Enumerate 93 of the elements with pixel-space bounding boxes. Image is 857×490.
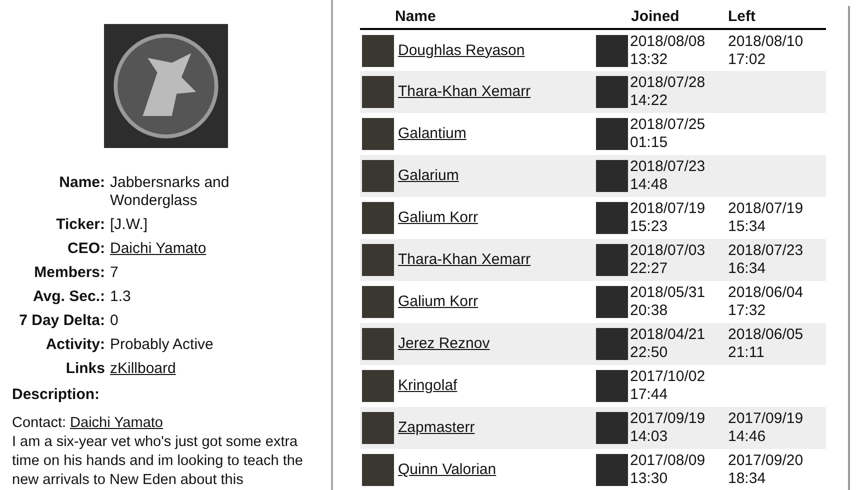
field-label: Members: bbox=[33, 264, 105, 282]
avatar-placeholder bbox=[362, 286, 394, 318]
member-link[interactable]: Galium Korr bbox=[398, 209, 478, 227]
joined-time: 15:23 bbox=[630, 218, 668, 235]
joined-time: 01:15 bbox=[630, 134, 668, 151]
left-time: 17:32 bbox=[728, 302, 766, 319]
corp-logo-placeholder bbox=[596, 160, 628, 192]
field-label: Ticker: bbox=[55, 216, 105, 234]
joined-time: 14:03 bbox=[630, 428, 668, 445]
avatar-placeholder bbox=[362, 370, 394, 402]
field-label: Avg. Sec.: bbox=[32, 288, 105, 306]
corp-logo-placeholder bbox=[596, 370, 628, 402]
joined-time: 13:30 bbox=[630, 470, 668, 487]
joined-date: 2018/08/08 bbox=[630, 32, 706, 50]
member-link[interactable]: Galarium bbox=[398, 167, 459, 185]
left-date: 2018/08/10 bbox=[728, 32, 804, 50]
field-label: 7 Day Delta: bbox=[18, 312, 105, 330]
corp-logo-placeholder bbox=[596, 286, 628, 318]
joined-time: 14:48 bbox=[630, 176, 668, 193]
field-link[interactable]: Daichi Yamato bbox=[110, 240, 206, 257]
avatar-placeholder bbox=[362, 118, 394, 150]
joined-date: 2018/04/21 bbox=[630, 326, 706, 343]
joined-date: 2018/07/25 bbox=[630, 116, 706, 133]
member-link[interactable]: Kringolaf bbox=[398, 377, 458, 395]
avatar-placeholder bbox=[362, 76, 394, 108]
corp-logo-placeholder bbox=[596, 76, 628, 108]
member-link[interactable]: Thara-Khan Xemarr bbox=[398, 83, 531, 101]
joined-time: 14:22 bbox=[630, 92, 668, 109]
avatar-placeholder bbox=[362, 244, 394, 276]
member-link[interactable]: Galantium bbox=[398, 125, 466, 143]
left-time: 17:02 bbox=[728, 50, 766, 68]
corp-logo-placeholder bbox=[596, 412, 628, 444]
left-date: 2018/07/23 bbox=[728, 242, 804, 259]
avatar-placeholder bbox=[362, 160, 394, 192]
avatar-placeholder bbox=[362, 202, 394, 234]
field-value: 7 bbox=[110, 264, 120, 282]
avatar-placeholder bbox=[362, 454, 394, 486]
corp-logo-placeholder bbox=[596, 244, 628, 276]
joined-time: 22:50 bbox=[630, 344, 668, 361]
field-label: CEO: bbox=[66, 240, 105, 258]
joined-time: 20:38 bbox=[630, 302, 668, 319]
field-value: [J.W.] bbox=[110, 216, 148, 234]
column-header: Name bbox=[395, 8, 436, 25]
corp-logo-placeholder bbox=[596, 454, 628, 486]
field-value: 0 bbox=[110, 312, 120, 330]
griffin-emblem-icon bbox=[102, 24, 230, 148]
joined-time: 22:27 bbox=[630, 260, 668, 277]
avatar-placeholder bbox=[362, 34, 394, 66]
left-time: 15:34 bbox=[728, 218, 766, 235]
member-link[interactable]: Quinn Valorian bbox=[398, 461, 496, 479]
field-value: Jabbersnarks and Wonderglass bbox=[110, 174, 230, 210]
member-link[interactable]: Zapmasterr bbox=[398, 419, 475, 437]
left-time: 21:11 bbox=[728, 344, 764, 361]
member-link[interactable]: Galium Korr bbox=[398, 293, 478, 311]
description-text: I am a six-year vet who's just got some extra time on his hands and im looking to teach the new arrivals to New Eden about this bbox=[12, 433, 304, 490]
joined-date: 2017/10/02 bbox=[630, 368, 706, 385]
corp-logo-placeholder bbox=[596, 202, 628, 234]
field-value: 1.3 bbox=[110, 288, 132, 306]
field-label: Activity: bbox=[44, 336, 105, 354]
corp-logo-placeholder bbox=[596, 34, 628, 66]
left-date: 2018/07/19 bbox=[728, 200, 804, 217]
left-date: 2017/09/19 bbox=[728, 410, 804, 427]
field-value: Probably Active bbox=[110, 336, 214, 354]
field-label: Links bbox=[64, 360, 105, 378]
member-link[interactable]: Jerez Reznov bbox=[398, 335, 490, 353]
field-label: Name: bbox=[58, 174, 105, 193]
joined-date: 2018/07/03 bbox=[630, 242, 706, 259]
contact-label: Contact: bbox=[12, 415, 66, 431]
joined-date: 2018/07/23 bbox=[630, 158, 706, 175]
corp-logo-placeholder bbox=[596, 328, 628, 360]
left-date: 2017/09/20 bbox=[728, 452, 804, 469]
member-link[interactable]: Thara-Khan Xemarr bbox=[398, 251, 531, 269]
joined-date: 2017/09/19 bbox=[630, 410, 706, 427]
description-heading: Description: bbox=[12, 386, 101, 404]
field-link[interactable]: zKillboard bbox=[110, 360, 176, 377]
joined-date: 2018/07/19 bbox=[630, 200, 706, 217]
avatar-placeholder bbox=[362, 412, 394, 444]
joined-time: 17:44 bbox=[630, 386, 668, 403]
avatar-placeholder bbox=[362, 328, 394, 360]
joined-date: 2018/07/28 bbox=[630, 74, 706, 91]
left-date: 2018/06/05 bbox=[728, 326, 804, 343]
left-time: 18:34 bbox=[728, 470, 766, 487]
left-time: 16:34 bbox=[728, 260, 766, 277]
left-time: 14:46 bbox=[728, 428, 766, 445]
column-header: Left bbox=[728, 8, 756, 25]
column-header: Joined bbox=[631, 8, 680, 25]
joined-date: 2017/08/09 bbox=[630, 452, 706, 469]
joined-date: 2018/05/31 bbox=[630, 284, 706, 301]
joined-time: 13:32 bbox=[630, 50, 668, 68]
contact-link[interactable]: Daichi Yamato bbox=[70, 415, 163, 431]
left-date: 2018/06/04 bbox=[728, 284, 804, 301]
member-link[interactable]: Doughlas Reyason bbox=[398, 42, 525, 60]
corp-logo-placeholder bbox=[596, 118, 628, 150]
